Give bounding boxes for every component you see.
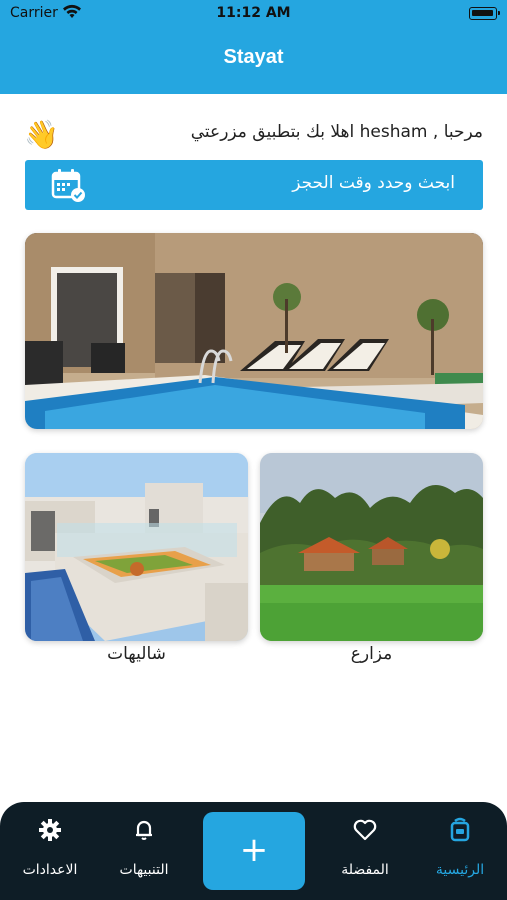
status-bar: Carrier 11:12 AM	[0, 0, 507, 28]
heart-icon	[353, 819, 377, 841]
chalet-photo	[25, 453, 248, 641]
farms-label: مزارع	[350, 644, 393, 664]
tab-notifications[interactable]: التنبيهات	[94, 802, 194, 900]
navigation-bar: Stayat	[0, 28, 507, 94]
battery-icon	[469, 7, 500, 20]
gear-icon	[39, 819, 61, 841]
featured-pool-image[interactable]	[25, 233, 483, 429]
page-title: Stayat	[223, 46, 284, 68]
home-icon	[450, 817, 470, 842]
add-button[interactable]: +	[203, 812, 305, 890]
farm-photo	[260, 453, 483, 641]
bottom-tab-bar: الرئيسية المفضلة + التنبيهات الاعدادات	[0, 802, 507, 900]
search-booking-button[interactable]: ابحث وحدد وقت الحجز	[25, 160, 483, 210]
waving-hand-icon: 👋	[24, 118, 59, 151]
greeting-text: مرحبا , hesham اهلا بك بتطبيق مزرعتي	[190, 122, 483, 142]
tab-settings-label: الاعدادات	[22, 862, 78, 878]
tab-home-label: الرئيسية	[435, 862, 485, 878]
chalets-label: شاليهات	[107, 644, 166, 664]
tab-notifications-label: التنبيهات	[119, 862, 169, 878]
farms-card[interactable]	[260, 453, 483, 641]
calendar-check-icon	[51, 169, 85, 202]
tab-favorites-label: المفضلة	[341, 862, 389, 878]
search-booking-label: ابحث وحدد وقت الحجز	[292, 173, 455, 193]
chalets-card[interactable]	[25, 453, 248, 641]
status-time: 11:12 AM	[216, 5, 291, 21]
plus-icon: +	[239, 830, 269, 870]
tab-favorites[interactable]: المفضلة	[315, 802, 415, 900]
tab-home[interactable]: الرئيسية	[410, 802, 507, 900]
pool-photo	[25, 233, 483, 429]
bell-icon	[136, 820, 152, 840]
tab-settings[interactable]: الاعدادات	[0, 802, 100, 900]
